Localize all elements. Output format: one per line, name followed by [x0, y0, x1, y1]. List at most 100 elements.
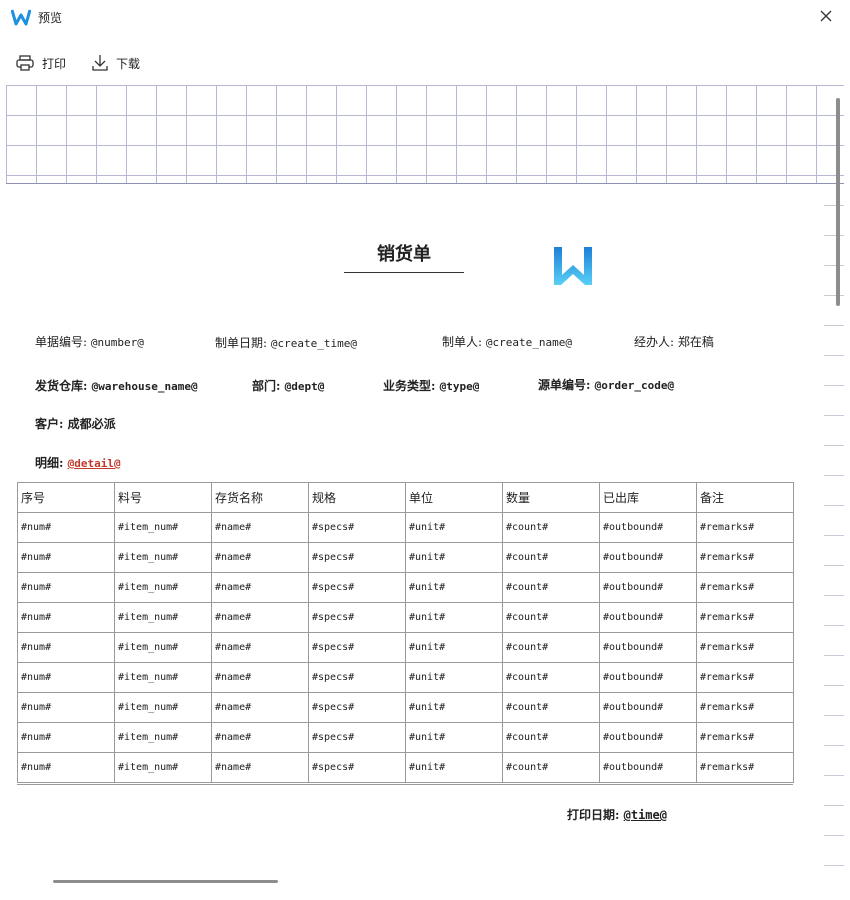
create-time-label: 制单日期: — [215, 336, 268, 350]
order-code-label: 源单编号: — [538, 378, 591, 392]
cell-outbound: #outbound# — [599, 542, 697, 573]
cell-item-num: #item_num# — [114, 722, 212, 753]
cell-item-num: #item_num# — [114, 572, 212, 603]
cell-outbound: #outbound# — [599, 692, 697, 723]
col-header-item-num: 料号 — [114, 482, 212, 513]
cell-remarks: #remarks# — [696, 722, 794, 753]
cell-name: #name# — [211, 602, 309, 633]
dept-label: 部门: — [252, 379, 281, 393]
cell-num: #num# — [17, 542, 115, 573]
cell-count: #count# — [502, 602, 600, 633]
cell-unit: #unit# — [405, 542, 503, 573]
col-header-outbound: 已出库 — [599, 482, 697, 513]
cell-num: #num# — [17, 602, 115, 633]
table-header-row: 序号 料号 存货名称 规格 单位 数量 已出库 备注 — [17, 482, 794, 513]
print-label: 打印 — [42, 56, 67, 71]
print-date-label: 打印日期: — [567, 808, 620, 822]
close-button[interactable] — [814, 6, 838, 28]
col-header-name: 存货名称 — [211, 482, 309, 513]
cell-item-num: #item_num# — [114, 512, 212, 543]
type-value: @type@ — [439, 380, 480, 393]
cell-unit: #unit# — [405, 572, 503, 603]
cell-name: #name# — [211, 542, 309, 573]
handler-label: 经办人: — [634, 335, 675, 349]
cell-specs: #specs# — [308, 512, 406, 543]
cell-unit: #unit# — [405, 512, 503, 543]
cell-remarks: #remarks# — [696, 572, 794, 603]
cell-remarks: #remarks# — [696, 512, 794, 543]
cell-specs: #specs# — [308, 632, 406, 663]
field-number: 单据编号: @number@ — [35, 333, 144, 350]
field-warehouse: 发货仓库: @warehouse_name@ — [35, 377, 198, 394]
download-icon — [92, 55, 108, 71]
table-row: #num# #item_num# #name# #specs# #unit# #count… — [17, 692, 794, 723]
cell-name: #name# — [211, 752, 309, 783]
cell-outbound: #outbound# — [599, 512, 697, 543]
close-icon — [820, 10, 832, 22]
col-header-remarks: 备注 — [696, 482, 794, 513]
cell-unit: #unit# — [405, 722, 503, 753]
cell-remarks: #remarks# — [696, 692, 794, 723]
cell-count: #count# — [502, 542, 600, 573]
cell-unit: #unit# — [405, 662, 503, 693]
field-type: 业务类型: @type@ — [383, 377, 479, 394]
cell-count: #count# — [502, 692, 600, 723]
cell-specs: #specs# — [308, 542, 406, 573]
table-row: #num# #item_num# #name# #specs# #unit# #count… — [17, 752, 794, 783]
download-button[interactable]: 下载 — [92, 52, 140, 74]
dept-value: @dept@ — [284, 380, 325, 393]
warehouse-label: 发货仓库: — [35, 379, 88, 393]
detail-table: 序号 料号 存货名称 规格 单位 数量 已出库 备注 #num# #item_nu… — [17, 482, 794, 783]
cell-item-num: #item_num# — [114, 662, 212, 693]
create-name-value: @create_name@ — [485, 336, 572, 349]
field-customer: 客户: 成都必派 — [35, 415, 116, 432]
document-title: 销货单 — [377, 244, 431, 265]
window-title: 预览 — [38, 11, 63, 25]
field-create-time: 制单日期: @create_time@ — [215, 334, 357, 351]
customer-value: 成都必派 — [67, 417, 116, 431]
cell-remarks: #remarks# — [696, 662, 794, 693]
cell-specs: #specs# — [308, 722, 406, 753]
cell-item-num: #item_num# — [114, 542, 212, 573]
company-logo — [554, 247, 592, 285]
cell-num: #num# — [17, 722, 115, 753]
cell-remarks: #remarks# — [696, 542, 794, 573]
cell-remarks: #remarks# — [696, 632, 794, 663]
create-name-label: 制单人: — [442, 335, 483, 349]
col-header-unit: 单位 — [405, 482, 503, 513]
cell-num: #num# — [17, 692, 115, 723]
cell-item-num: #item_num# — [114, 692, 212, 723]
cell-num: #num# — [17, 572, 115, 603]
field-order-code: 源单编号: @order_code@ — [538, 376, 674, 393]
table-row: #num# #item_num# #name# #specs# #unit# #count… — [17, 602, 794, 633]
cell-specs: #specs# — [308, 572, 406, 603]
print-button[interactable]: 打印 — [16, 52, 66, 74]
toolbar: 打印 下载 — [0, 46, 850, 78]
cell-outbound: #outbound# — [599, 572, 697, 603]
cell-specs: #specs# — [308, 662, 406, 693]
field-handler: 经办人: 郑在稿 — [634, 333, 714, 350]
cell-outbound: #outbound# — [599, 632, 697, 663]
cell-name: #name# — [211, 722, 309, 753]
vertical-scrollbar[interactable] — [836, 98, 840, 306]
field-print-date: 打印日期: @time@ — [567, 806, 667, 823]
detail-label: 明细: — [35, 456, 64, 470]
cell-num: #num# — [17, 512, 115, 543]
cell-specs: #specs# — [308, 692, 406, 723]
horizontal-scrollbar[interactable] — [53, 880, 278, 883]
col-header-num: 序号 — [17, 482, 115, 513]
cell-outbound: #outbound# — [599, 752, 697, 783]
cell-item-num: #item_num# — [114, 632, 212, 663]
table-bottom-line — [17, 784, 793, 785]
number-value: @number@ — [90, 336, 144, 349]
type-label: 业务类型: — [383, 379, 436, 393]
cell-name: #name# — [211, 632, 309, 663]
cell-count: #count# — [502, 662, 600, 693]
cell-name: #name# — [211, 692, 309, 723]
cell-remarks: #remarks# — [696, 752, 794, 783]
cell-count: #count# — [502, 632, 600, 663]
field-dept: 部门: @dept@ — [252, 377, 324, 394]
cell-name: #name# — [211, 662, 309, 693]
warehouse-value: @warehouse_name@ — [91, 380, 198, 393]
cell-count: #count# — [502, 512, 600, 543]
